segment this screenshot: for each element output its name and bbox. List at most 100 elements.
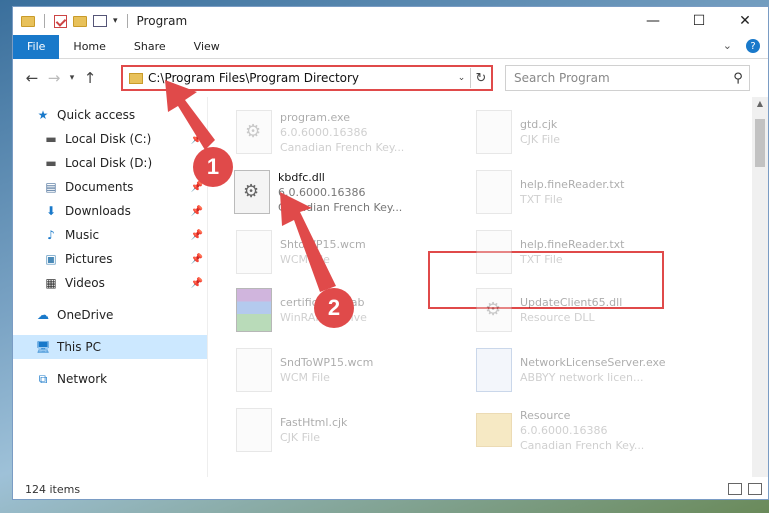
file-type: TXT File (520, 193, 563, 206)
file-name: Resource (520, 408, 571, 422)
sidebar-item-pictures[interactable]: ▣ Pictures 📌 (13, 247, 207, 271)
file-type: WCM File (280, 253, 330, 266)
window-title: Program (136, 14, 188, 28)
file-name: gtd.cjk (520, 118, 558, 131)
sidebar-item-downloads[interactable]: ⬇ Downloads 📌 (13, 199, 207, 223)
back-arrow-icon[interactable]: ← (21, 69, 43, 87)
address-path[interactable]: C:\Program Files\Program Directory (148, 71, 453, 85)
properties-check-icon[interactable] (54, 14, 67, 28)
step-2-badge: 2 (314, 288, 354, 328)
document-file-icon (476, 110, 512, 154)
drive-icon: ▬ (45, 156, 57, 170)
close-button[interactable]: ✕ (722, 7, 768, 35)
file-item[interactable]: help.fineReader.txt TXT File (476, 163, 706, 221)
address-dropdown-icon[interactable]: ⌄ (453, 68, 471, 88)
sidebar-item-quick-access[interactable]: ★ Quick access (13, 103, 207, 127)
file-name: kbdfc.dll (278, 170, 325, 184)
computer-icon: 🖥 (35, 340, 51, 354)
sidebar-item-videos[interactable]: ▦ Videos 📌 (13, 271, 207, 295)
search-icon: ⚲ (733, 70, 743, 86)
sidebar-item-label: Local Disk (C:) (65, 132, 152, 146)
file-item[interactable]: FastHtml.cjk CJK File (236, 401, 466, 459)
sidebar-item-local-disk-d[interactable]: ▬ Local Disk (D:) (13, 151, 207, 175)
explorer-window: ▾ Program — ☐ ✕ File Home Share View ⌄ ?… (12, 6, 769, 500)
folder-icon (476, 413, 512, 447)
tab-share[interactable]: Share (120, 35, 180, 59)
large-icons-view-icon[interactable] (748, 483, 762, 495)
recent-locations-chevron-icon[interactable]: ▾ (65, 73, 79, 83)
file-item[interactable]: UpdateClient65.dll Resource DLL (476, 281, 706, 339)
refresh-icon[interactable]: ↻ (471, 71, 491, 86)
up-arrow-icon[interactable]: ↑ (79, 69, 101, 87)
customize-dropdown-icon[interactable]: ▾ (113, 16, 118, 26)
videos-icon: ▦ (45, 276, 57, 290)
sidebar-item-label: Pictures (65, 252, 113, 266)
file-list: program.exe6.0.6000.16386Canadian French… (208, 97, 768, 477)
search-box[interactable]: Search Program ⚲ (505, 65, 750, 91)
scroll-up-icon[interactable]: ▲ (752, 99, 768, 108)
file-version: 6.0.6000.16386 (280, 125, 368, 139)
network-icon: ⧉ (38, 371, 48, 386)
file-item[interactable]: SndToWP15.wcm WCM File (236, 341, 466, 399)
scrollbar-thumb[interactable] (755, 119, 765, 167)
dll-file-icon (236, 110, 272, 154)
document-file-icon (476, 170, 512, 214)
sidebar-item-this-pc[interactable]: 🖥 This PC (13, 335, 207, 359)
file-description: Canadian French Key... (520, 438, 645, 452)
help-icon[interactable]: ? (746, 39, 760, 53)
tab-home[interactable]: Home (59, 35, 119, 59)
search-input[interactable]: Search Program (506, 71, 727, 85)
file-name: SndToWP15.wcm (280, 356, 374, 369)
window-controls: — ☐ ✕ (630, 7, 768, 35)
file-item-kbdfc[interactable]: kbdfc.dll6.0.6000.16386Canadian French K… (234, 163, 464, 221)
separator (44, 14, 45, 28)
expand-ribbon-icon[interactable]: ⌄ (723, 39, 732, 53)
separator (126, 14, 128, 28)
sidebar-item-label: This PC (57, 340, 101, 354)
sidebar-item-network[interactable]: ⧉ Network (13, 367, 207, 391)
file-item[interactable]: NetworkLicenseServer.exe ABBYY network li… (476, 341, 706, 399)
documents-icon: ▤ (45, 180, 57, 194)
file-type: WCM File (280, 371, 330, 384)
file-name: help.fineReader.txt (520, 178, 625, 191)
tab-file[interactable]: File (13, 34, 60, 59)
title-bar: ▾ Program — ☐ ✕ (13, 7, 768, 35)
maximize-button[interactable]: ☐ (676, 7, 722, 35)
file-item[interactable]: ShtoWP15.wcm WCM File (236, 223, 466, 281)
main-content: ★ Quick access ▬ Local Disk (C:) 📌 ▬ Loc… (13, 97, 768, 477)
file-name: FastHtml.cjk (280, 416, 348, 429)
folder-icon (21, 15, 35, 27)
quick-access-toolbar: ▾ (13, 14, 131, 28)
dll-file-icon (234, 170, 270, 214)
properties-icon[interactable] (93, 15, 107, 27)
tab-view[interactable]: View (180, 35, 234, 59)
forward-arrow-icon[interactable]: → (43, 69, 65, 87)
pictures-icon: ▣ (45, 252, 57, 266)
sidebar-item-label: Downloads (65, 204, 131, 218)
file-item[interactable]: Resource 6.0.6000.16386 Canadian French Ke… (476, 401, 706, 459)
file-item[interactable]: gtd.cjk CJK File (476, 103, 706, 161)
file-description: Canadian French Key... (280, 140, 405, 154)
minimize-button[interactable]: — (630, 7, 676, 35)
new-folder-icon[interactable] (73, 15, 87, 27)
vertical-scrollbar[interactable]: ▲ (752, 97, 768, 477)
file-type: CJK File (520, 133, 561, 146)
sidebar-item-local-disk-c[interactable]: ▬ Local Disk (C:) 📌 (13, 127, 207, 151)
file-name: NetworkLicenseServer.exe (520, 356, 666, 369)
document-file-icon (476, 230, 512, 274)
music-icon: ♪ (47, 228, 55, 242)
file-type: TXT File (520, 253, 563, 266)
address-bar[interactable]: C:\Program Files\Program Directory ⌄ ↻ (121, 65, 493, 91)
application-icon (476, 348, 512, 392)
file-type: CJK File (280, 431, 321, 444)
sidebar-item-label: Documents (65, 180, 134, 194)
file-item[interactable]: help.fineReader.txt TXT File (476, 223, 706, 281)
details-view-icon[interactable] (728, 483, 742, 495)
sidebar-item-music[interactable]: ♪ Music 📌 (13, 223, 207, 247)
pin-icon: 📌 (190, 133, 203, 145)
sidebar-item-onedrive[interactable]: ☁ OneDrive (13, 303, 207, 327)
file-name: ShtoWP15.wcm (280, 238, 366, 251)
file-item[interactable]: program.exe6.0.6000.16386Canadian French… (236, 103, 466, 161)
sidebar-item-documents[interactable]: ▤ Documents 📌 (13, 175, 207, 199)
file-name: UpdateClient65.dll (520, 296, 623, 309)
